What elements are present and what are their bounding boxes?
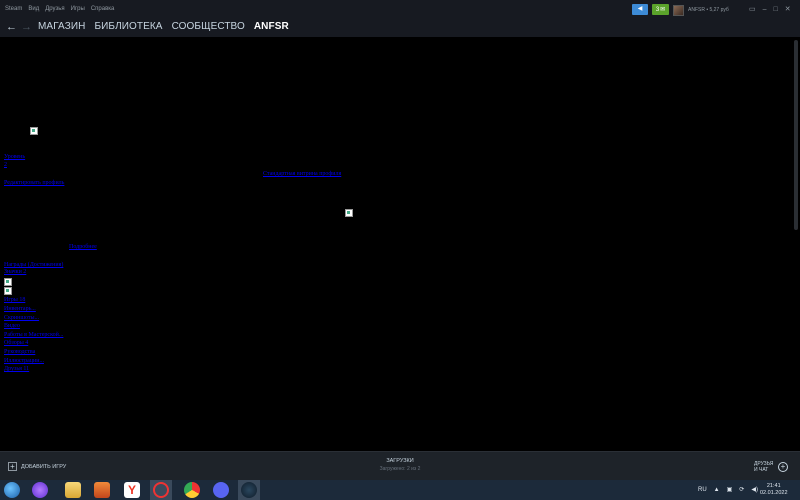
add-game-button[interactable]: + ДОБАВИТЬ ИГРУ xyxy=(8,462,66,471)
steam-icon[interactable] xyxy=(241,482,257,498)
link-friends[interactable]: Друзья 11 xyxy=(4,366,29,372)
account-name-balance: ANFSR • 5,27 руб xyxy=(688,7,729,13)
tab-store[interactable]: МАГАЗИН xyxy=(38,21,85,32)
link-default-showcase[interactable]: Стандартная витрина профиля xyxy=(263,171,341,177)
account-menu[interactable]: ANFSR • 5,27 руб xyxy=(673,4,729,16)
downloads-progress: Загружено: 2 из 2 xyxy=(379,466,421,472)
notification-count: 3 xyxy=(655,6,660,13)
steam-menu-bar: Steam Вид Друзья Игры Справка ◀ 3 ✉ ANFS… xyxy=(0,0,800,20)
badge-broken-image-1 xyxy=(4,278,12,286)
link-level-value[interactable]: 2 xyxy=(4,162,7,168)
network-icon[interactable]: ▣ xyxy=(727,486,733,493)
menu-items: Steam Вид Друзья Игры Справка xyxy=(5,6,114,12)
menu-friends[interactable]: Друзья xyxy=(45,6,64,12)
minimize-icon[interactable]: – xyxy=(763,5,767,14)
link-inventory[interactable]: Инвентарь... xyxy=(4,306,36,312)
announcements-button[interactable]: ◀ xyxy=(632,4,648,15)
bottom-bar: + ДОБАВИТЬ ИГРУ ЗАГРУЗКИ Загружено: 2 из… xyxy=(0,451,800,480)
link-guides[interactable]: Руководства xyxy=(4,349,35,355)
close-icon[interactable]: ✕ xyxy=(785,5,791,14)
link-videos[interactable]: Видео xyxy=(4,323,20,329)
yandex-browser-icon[interactable]: Y xyxy=(124,482,140,498)
megaphone-icon: ◀ xyxy=(637,6,643,12)
back-arrow-icon[interactable]: ← xyxy=(6,21,17,33)
language-indicator[interactable]: RU xyxy=(698,487,707,493)
volume-icon[interactable]: ◀) xyxy=(751,486,758,493)
downloads-status[interactable]: ЗАГРУЗКИ Загружено: 2 из 2 xyxy=(350,458,450,472)
big-picture-icon[interactable]: ▭ xyxy=(749,5,756,14)
alice-icon[interactable] xyxy=(32,482,48,498)
link-reviews[interactable]: Обзоры 4 xyxy=(4,340,28,346)
plus-icon: + xyxy=(8,462,17,471)
link-edit-profile[interactable]: Редактировать профиль xyxy=(4,180,64,186)
notifications-button[interactable]: 3 ✉ xyxy=(652,4,669,15)
windows-taskbar: Y RU ▲ ▣ ⟳ ◀) 21:41 02.01.2022 xyxy=(0,480,800,500)
link-more[interactable]: Подробнее xyxy=(69,244,97,250)
nav-bar: ← → МАГАЗИН БИБЛИОТЕКА СООБЩЕСТВО ANFSR xyxy=(0,20,800,37)
clock-date: 02.01.2022 xyxy=(760,490,788,496)
menu-help[interactable]: Справка xyxy=(91,6,115,12)
avatar-broken-image xyxy=(30,127,38,135)
avatar xyxy=(673,4,684,16)
link-achievements[interactable]: Награды (Достижения) xyxy=(4,262,63,268)
link-games[interactable]: Игры 18 xyxy=(4,297,25,303)
link-artwork[interactable]: Иллюстрации... xyxy=(4,358,44,364)
maximize-icon[interactable]: □ xyxy=(774,5,778,14)
link-workshop[interactable]: Работы в Мастерской... xyxy=(4,332,63,338)
add-game-label: ДОБАВИТЬ ИГРУ xyxy=(21,463,67,470)
media-player-icon[interactable] xyxy=(94,482,110,498)
start-orb-icon[interactable] xyxy=(4,482,20,498)
link-screenshots[interactable]: Скриншоты... xyxy=(4,315,39,321)
tab-community[interactable]: СООБЩЕСТВО xyxy=(172,21,245,32)
forward-arrow-icon[interactable]: → xyxy=(21,21,32,33)
chrome-icon[interactable] xyxy=(184,482,200,498)
system-tray: RU ▲ ▣ ⟳ ◀) xyxy=(698,486,758,494)
tab-profile[interactable]: ANFSR xyxy=(254,21,289,32)
friends-chat-button[interactable]: ДРУЗЬЯ И ЧАТ + xyxy=(754,461,788,473)
menu-view[interactable]: Вид xyxy=(28,6,39,12)
link-badges[interactable]: Значки 2 xyxy=(4,269,26,275)
menu-steam[interactable]: Steam xyxy=(5,6,22,12)
showcase-broken-image xyxy=(345,209,353,217)
clock-time: 21:41 xyxy=(766,483,781,489)
envelope-icon: ✉ xyxy=(660,7,666,13)
tab-library[interactable]: БИБЛИОТЕКА xyxy=(94,21,162,32)
scrollbar-thumb[interactable] xyxy=(794,40,798,230)
badge-broken-image-2 xyxy=(4,287,12,295)
scrollbar[interactable] xyxy=(794,37,798,451)
menu-games[interactable]: Игры xyxy=(71,6,85,12)
downloads-title: ЗАГРУЗКИ xyxy=(386,458,414,464)
tray-expand-icon[interactable]: ▲ xyxy=(714,487,720,493)
profile-page: Уровень 2 Стандартная витрина профиля Ре… xyxy=(0,37,800,451)
add-circle-icon: + xyxy=(778,462,788,472)
file-explorer-icon[interactable] xyxy=(65,482,81,498)
opera-icon[interactable] xyxy=(153,482,169,498)
friends-chat-label: ДРУЗЬЯ И ЧАТ xyxy=(754,461,774,473)
nav-tabs: МАГАЗИН БИБЛИОТЕКА СООБЩЕСТВО ANFSR xyxy=(38,21,289,32)
discord-icon[interactable] xyxy=(213,482,229,498)
window-controls: ▭ – □ ✕ xyxy=(749,5,791,14)
clock[interactable]: 21:41 02.01.2022 xyxy=(760,483,788,497)
sync-icon[interactable]: ⟳ xyxy=(739,486,744,493)
link-level[interactable]: Уровень xyxy=(4,154,25,160)
